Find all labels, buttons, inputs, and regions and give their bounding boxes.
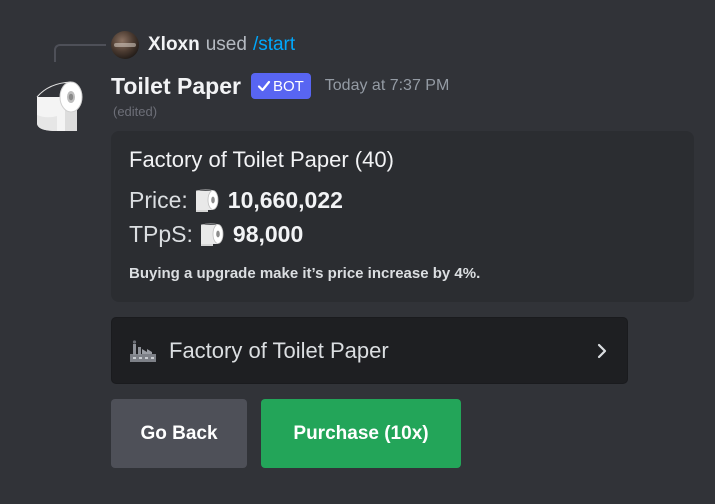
bot-tag: BOT bbox=[250, 73, 311, 99]
price-row: Price: 10,660,022 bbox=[129, 183, 676, 217]
edited-label: (edited) bbox=[113, 104, 158, 119]
embed-note: Buying a upgrade make it’s price increas… bbox=[129, 265, 481, 282]
command-name[interactable]: /start bbox=[253, 34, 295, 56]
chevron-right-icon bbox=[597, 343, 607, 358]
tpps-label: TPpS: bbox=[129, 220, 193, 247]
bot-name[interactable]: Toilet Paper bbox=[111, 73, 241, 100]
user-avatar[interactable] bbox=[111, 31, 139, 59]
price-value: 10,660,022 bbox=[227, 186, 343, 213]
timestamp[interactable]: Today at 7:37 PM bbox=[325, 77, 450, 95]
embed-title: Factory of Toilet Paper (40) bbox=[129, 147, 394, 172]
embed: Factory of Toilet Paper (40) Price: 10,6… bbox=[111, 131, 694, 302]
price-label: Price: bbox=[129, 186, 188, 213]
tpps-row: TPpS: 98,000 bbox=[129, 217, 676, 251]
toilet-paper-icon bbox=[195, 189, 219, 212]
tpps-value: 98,000 bbox=[232, 220, 304, 247]
bot-avatar[interactable] bbox=[27, 75, 87, 135]
toilet-paper-icon bbox=[200, 223, 224, 246]
reply-username[interactable]: Xloxn bbox=[148, 34, 200, 56]
purchase-button[interactable]: Purchase (10x) bbox=[261, 399, 461, 468]
go-back-button[interactable]: Go Back bbox=[111, 399, 247, 468]
message-header: Toilet Paper BOT Today at 7:37 PM bbox=[111, 70, 449, 102]
checkmark-icon bbox=[257, 80, 271, 92]
upgrade-select[interactable]: Factory of Toilet Paper bbox=[111, 317, 628, 384]
factory-icon bbox=[130, 339, 156, 362]
reply-used-text: used bbox=[205, 34, 247, 55]
select-selected-value: Factory of Toilet Paper bbox=[169, 337, 389, 363]
command-reply: Xloxn used /start bbox=[111, 30, 295, 60]
bot-tag-label: BOT bbox=[272, 77, 304, 95]
reply-spine bbox=[54, 44, 106, 62]
